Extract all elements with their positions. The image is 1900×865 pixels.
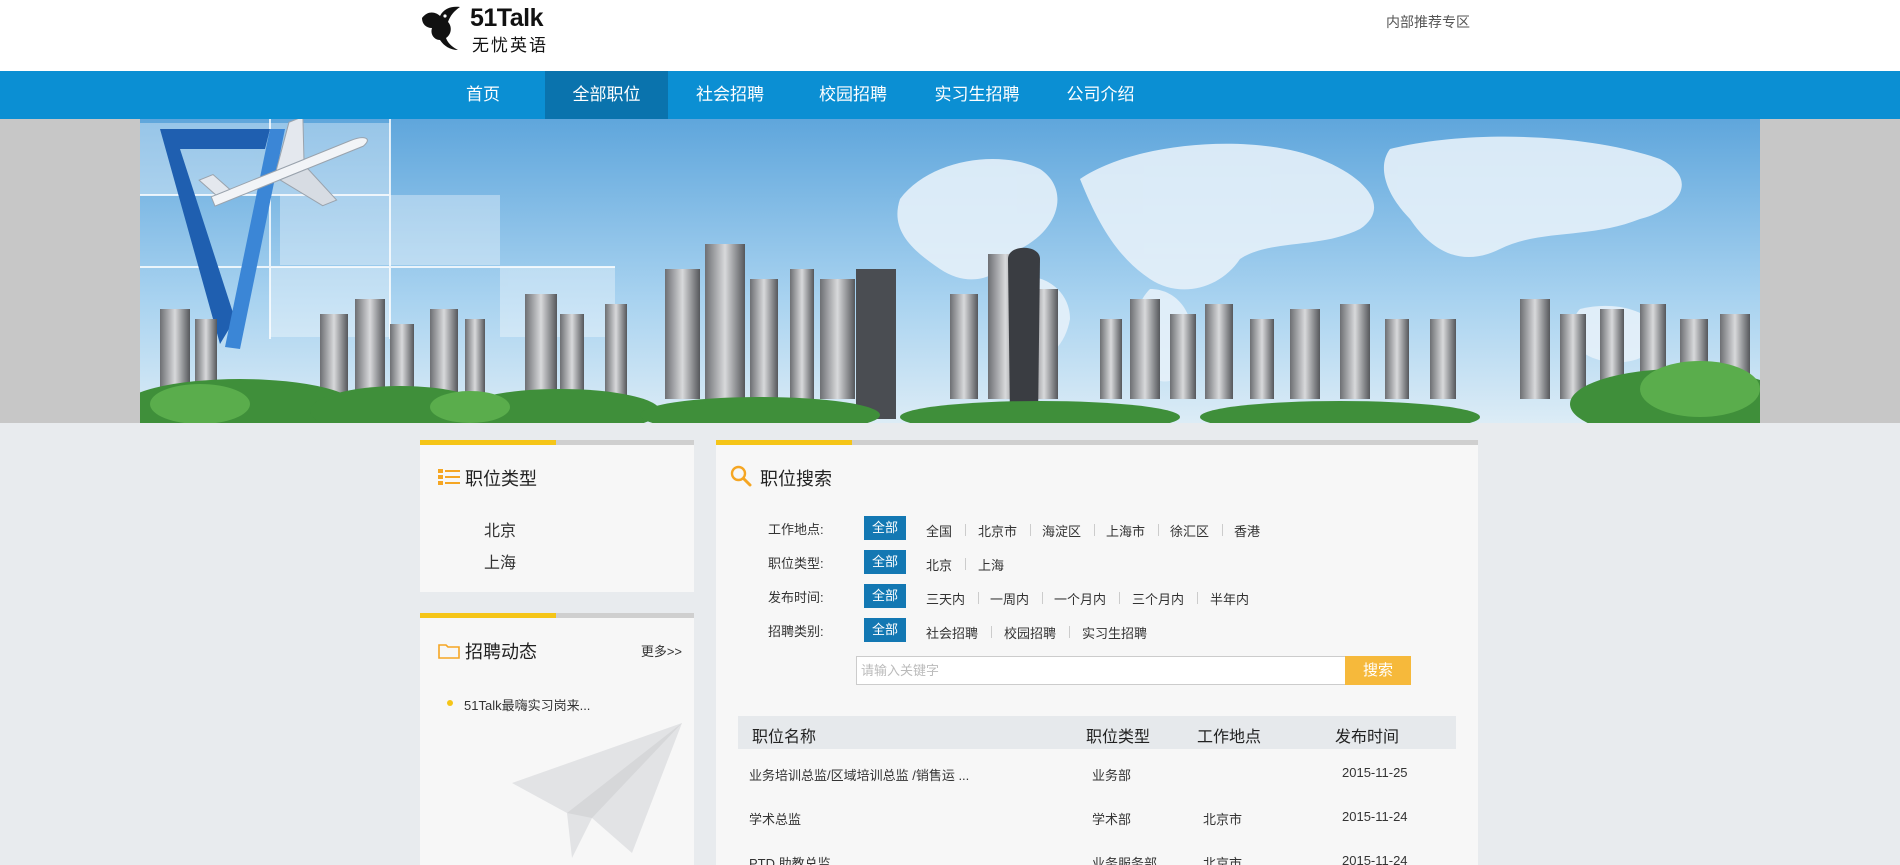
job-type-option-shanghai[interactable]: 上海 <box>978 555 1004 574</box>
location-option-haidian[interactable]: 海淀区 <box>1042 521 1081 540</box>
table-row[interactable]: 学术总监 学术部 北京市 2015-11-24 <box>738 796 1456 840</box>
publish-time-option-1week[interactable]: 一周内 <box>990 589 1029 608</box>
location-cell: 北京市 <box>1203 812 1243 827</box>
job-name-cell[interactable]: PTD 助教总监 <box>749 853 831 865</box>
nav-item-home[interactable]: 首页 <box>449 71 517 119</box>
recruit-news-title: 招聘动态 <box>465 642 537 662</box>
news-item[interactable]: 51Talk最嗨实习岗来... <box>464 695 590 714</box>
logo-subtitle: 无忧英语 <box>472 36 548 56</box>
more-news-link[interactable]: 更多>> <box>641 641 682 660</box>
paper-plane-icon <box>512 723 682 858</box>
column-header-publish-date: 发布时间 <box>1335 729 1400 746</box>
location-option-shanghai[interactable]: 上海市 <box>1106 521 1145 540</box>
category-option-social[interactable]: 社会招聘 <box>926 623 978 642</box>
internal-referral-link[interactable]: 内部推荐专区 <box>1386 12 1470 32</box>
filter-label-location: 工作地点: <box>768 522 824 537</box>
publish-date-cell: 2015-11-25 <box>1342 765 1408 780</box>
list-icon <box>438 469 460 485</box>
column-header-location: 工作地点 <box>1197 729 1262 746</box>
job-search-panel: 职位搜索 工作地点: 全部 全国 北京市 海淀区 上海市 徐汇区 香港 职位类型… <box>716 440 1478 865</box>
category-option-all[interactable]: 全部 <box>864 618 906 642</box>
publish-time-option-all[interactable]: 全部 <box>864 584 906 608</box>
publish-date-cell: 2015-11-24 <box>1342 809 1408 824</box>
category-option-intern[interactable]: 实习生招聘 <box>1082 623 1147 642</box>
nav-item-all-jobs[interactable]: 全部职位 <box>545 71 668 119</box>
publish-time-option-6months[interactable]: 半年内 <box>1210 589 1249 608</box>
filter-label-recruit-category: 招聘类别: <box>768 624 824 639</box>
location-option-all[interactable]: 全部 <box>864 516 906 540</box>
job-types-panel: 职位类型 北京 上海 <box>420 440 694 592</box>
publish-time-option-1month[interactable]: 一个月内 <box>1054 589 1106 608</box>
job-name-cell[interactable]: 业务培训总监/区域培训总监 /销售运 ... <box>749 765 969 784</box>
job-type-beijing[interactable]: 北京 <box>484 517 516 541</box>
job-type-option-all[interactable]: 全部 <box>864 550 906 574</box>
table-row[interactable]: PTD 助教总监 业务服务部 北京市 2015-11-24 <box>738 840 1456 865</box>
search-icon <box>730 465 752 487</box>
recruit-news-panel: 招聘动态 更多>> 51Talk最嗨实习岗来... <box>420 613 694 865</box>
location-cell: 北京市 <box>1203 856 1243 865</box>
main-nav: 首页 全部职位 社会招聘 校园招聘 实习生招聘 公司介绍 <box>0 71 1900 119</box>
job-name-cell[interactable]: 学术总监 <box>749 809 801 828</box>
table-row[interactable]: 业务培训总监/区域培训总监 /销售运 ... 业务部 2015-11-25 <box>738 752 1456 796</box>
job-search-title: 职位搜索 <box>760 469 832 489</box>
folder-icon <box>438 644 460 659</box>
column-header-job-type: 职位类型 <box>1086 729 1151 746</box>
job-type-cell: 业务服务部 <box>1092 856 1158 865</box>
publish-time-option-3days[interactable]: 三天内 <box>926 589 965 608</box>
logo[interactable]: 51Talk 无忧英语 <box>418 4 558 56</box>
job-type-cell: 业务部 <box>1092 768 1132 783</box>
panel-top-bar <box>420 440 694 445</box>
panel-top-bar <box>420 613 694 618</box>
filter-label-job-type: 职位类型: <box>768 556 824 571</box>
job-type-cell: 学术部 <box>1092 812 1132 827</box>
banner-illustration <box>140 119 1760 423</box>
bullet-dot <box>447 700 453 706</box>
bird-logo-icon <box>422 6 460 50</box>
publish-time-option-3months[interactable]: 三个月内 <box>1132 589 1184 608</box>
nav-item-social-recruit[interactable]: 社会招聘 <box>689 71 771 119</box>
job-type-option-beijing[interactable]: 北京 <box>926 555 952 574</box>
logo-name: 51Talk <box>470 4 543 32</box>
location-option-xuhui[interactable]: 徐汇区 <box>1170 521 1209 540</box>
category-option-campus[interactable]: 校园招聘 <box>1004 623 1056 642</box>
nav-item-intern-recruit[interactable]: 实习生招聘 <box>930 71 1024 119</box>
site-header: 51Talk 无忧英语 内部推荐专区 <box>0 0 1900 71</box>
nav-item-campus-recruit[interactable]: 校园招聘 <box>812 71 894 119</box>
publish-date-cell: 2015-11-24 <box>1342 853 1408 865</box>
filter-label-publish-time: 发布时间: <box>768 590 824 605</box>
job-type-shanghai[interactable]: 上海 <box>484 549 516 573</box>
keyword-search-input[interactable] <box>856 656 1346 685</box>
nav-item-company-intro[interactable]: 公司介绍 <box>1063 71 1138 119</box>
panel-top-bar <box>716 440 1478 445</box>
city-skyline-banner <box>140 119 1760 423</box>
column-header-job-name: 职位名称 <box>752 729 817 746</box>
location-option-beijing[interactable]: 北京市 <box>978 521 1017 540</box>
search-button[interactable]: 搜索 <box>1345 656 1411 685</box>
job-types-title: 职位类型 <box>465 469 537 489</box>
location-option-hongkong[interactable]: 香港 <box>1234 521 1260 540</box>
job-table-header: 职位名称 职位类型 工作地点 发布时间 <box>738 716 1456 749</box>
banner-section <box>0 119 1900 423</box>
location-option-nationwide[interactable]: 全国 <box>926 521 952 540</box>
